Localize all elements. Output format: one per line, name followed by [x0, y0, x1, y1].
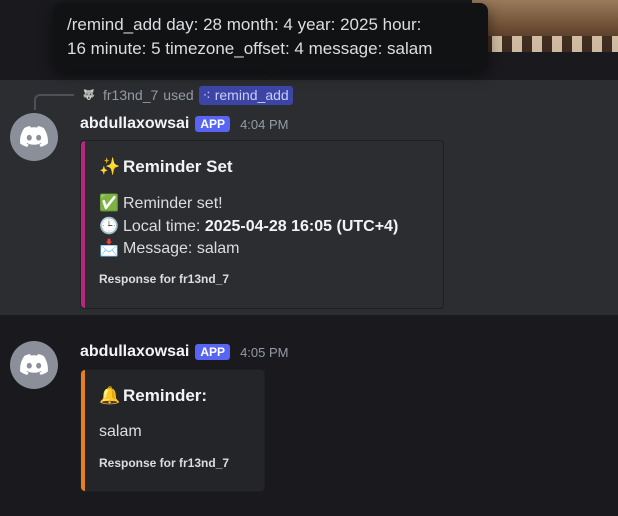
clock-icon: 🕒 [99, 218, 119, 235]
command-pill[interactable]: ⁖ remind_add [198, 85, 293, 105]
discord-logo-icon [20, 354, 48, 375]
check-mark-icon: ✅ [99, 195, 119, 212]
discord-logo-icon [20, 126, 48, 147]
embed-body: salam [99, 423, 142, 440]
embed-reminder: 🔔 Reminder: salam Response for fr13nd_7 [80, 369, 265, 492]
app-badge: APP [195, 116, 231, 132]
bot-avatar[interactable] [10, 113, 58, 161]
command-name: remind_add [214, 86, 289, 103]
sparkles-icon: ✨ [99, 157, 121, 176]
embed-accent-bar [81, 370, 85, 491]
timestamp[interactable]: 4:05 PM [240, 345, 288, 360]
command-tooltip: /remind_add day: 28 month: 4 year: 2025 … [53, 3, 488, 71]
embed-title: ✨ Reminder Set [99, 157, 233, 176]
reply-connector [34, 94, 74, 110]
attachment-image-preview[interactable] [472, 0, 618, 52]
embed-footer: Response for fr13nd_7 [99, 456, 230, 470]
invoker-name[interactable]: fr13nd_7 [103, 87, 158, 103]
tooltip-line-2: 16 minute: 5 timezone_offset: 4 message:… [67, 39, 433, 58]
embed-footer: Response for fr13nd_7 [99, 272, 230, 286]
author-name[interactable]: abdullaxowsai [80, 343, 189, 361]
bot-avatar[interactable] [10, 341, 58, 389]
tooltip-arrow [264, 71, 278, 78]
used-text: used [163, 87, 194, 103]
invoker-avatar[interactable]: 🐺 [80, 86, 98, 104]
envelope-icon: 📩 [99, 240, 119, 257]
embed-line-status: ✅ Reminder set! [99, 195, 223, 212]
embed-accent-bar [81, 141, 85, 308]
timestamp[interactable]: 4:04 PM [240, 117, 288, 132]
message-header-1: abdullaxowsai APP 4:04 PM [80, 115, 288, 133]
embed-reminder-set: ✨ Reminder Set ✅ Reminder set! 🕒 Local time… [80, 140, 444, 309]
author-name[interactable]: abdullaxowsai [80, 115, 189, 133]
local-time-value: 2025-04-28 16:05 (UTC+4) [204, 218, 399, 235]
embed-line-message: 📩 Message: salam [99, 240, 240, 257]
bell-icon: 🔔 [99, 386, 121, 405]
command-usage[interactable]: 🐺 fr13nd_7 used ⁖ remind_add [80, 85, 293, 105]
app-badge: APP [195, 344, 231, 360]
embed-title: 🔔 Reminder: [99, 386, 208, 405]
message-header-2: abdullaxowsai APP 4:05 PM [80, 343, 288, 361]
embed-line-local-time: 🕒 Local time: 2025-04-28 16:05 (UTC+4) [99, 218, 399, 235]
tooltip-line-1: /remind_add day: 28 month: 4 year: 2025 … [67, 15, 422, 34]
